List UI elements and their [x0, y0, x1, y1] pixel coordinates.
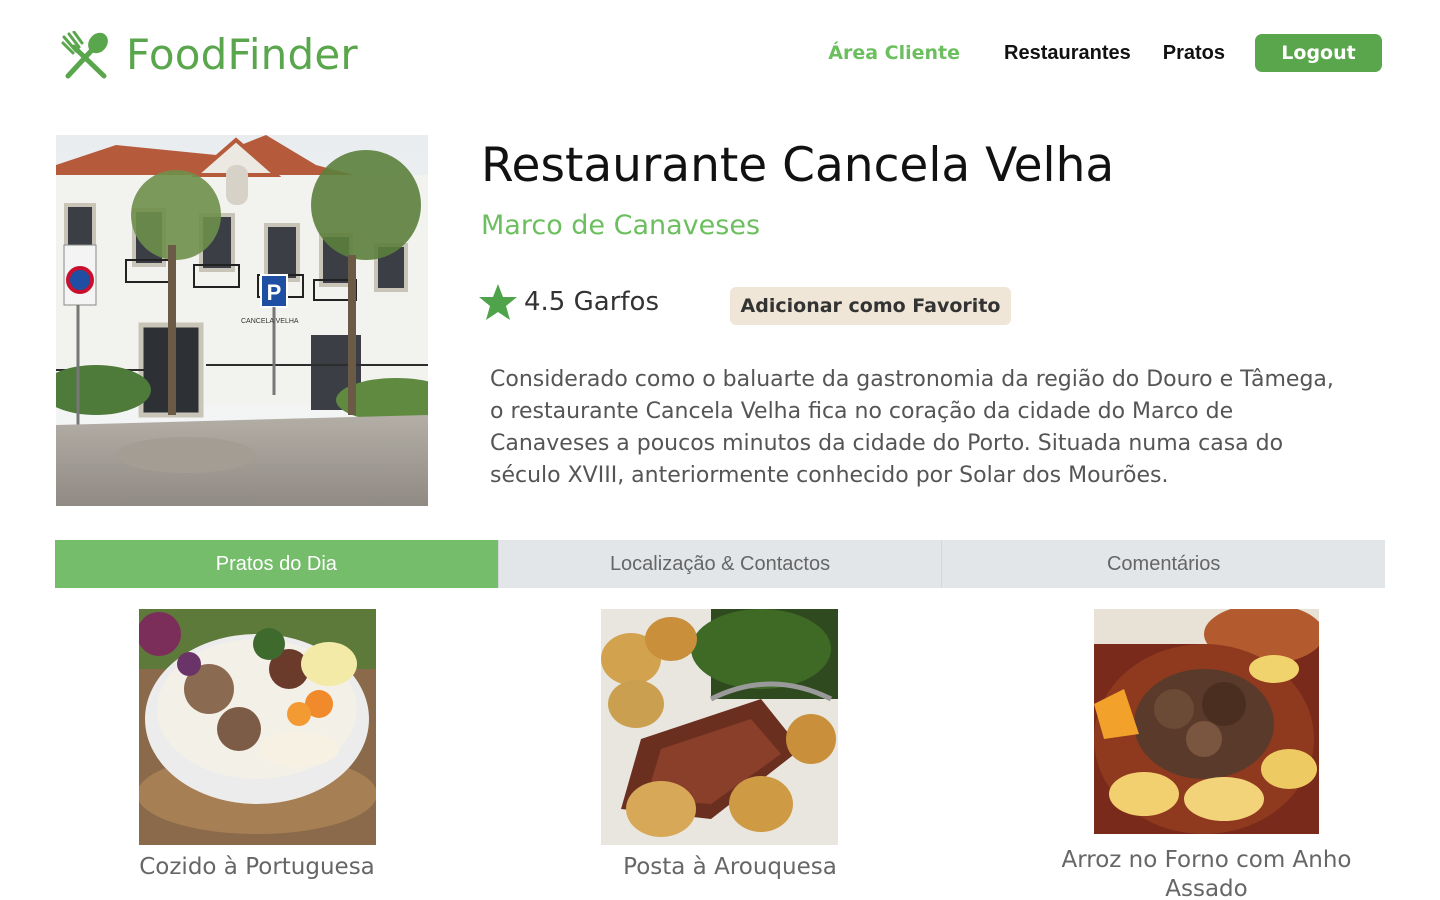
- logout-button[interactable]: Logout: [1255, 34, 1382, 72]
- dish-image[interactable]: [1094, 609, 1319, 834]
- nav-client-area[interactable]: Área Cliente: [828, 42, 960, 64]
- star-icon: [479, 284, 517, 320]
- nav-dishes[interactable]: Pratos: [1163, 42, 1225, 65]
- rating: 4.5 Garfos: [478, 282, 659, 322]
- header: FoodFinder Área Cliente Restaurantes Pra…: [0, 0, 1440, 110]
- restaurant-name: Restaurante Cancela Velha: [481, 138, 1115, 193]
- svg-text:CANCELA VELHA: CANCELA VELHA: [241, 318, 299, 325]
- tab-comments[interactable]: Comentários: [941, 540, 1386, 588]
- dish-image[interactable]: [601, 609, 838, 845]
- tab-daily-dishes[interactable]: Pratos do Dia: [55, 540, 498, 588]
- restaurant-photo: P CANCELA VELHA: [56, 135, 428, 506]
- restaurant-city: Marco de Canaveses: [481, 210, 761, 241]
- dish-image[interactable]: [139, 609, 376, 845]
- fork-spoon-icon: [61, 30, 108, 78]
- restaurant-description: Considerado como o baluarte da gastronom…: [490, 367, 1334, 488]
- brand-logo[interactable]: FoodFinder: [60, 30, 358, 79]
- add-favorite-button[interactable]: Adicionar como Favorito: [730, 287, 1011, 325]
- svg-text:P: P: [267, 280, 282, 305]
- dish-name: Posta à Arouquesa: [623, 854, 837, 880]
- rating-value: 4.5 Garfos: [524, 287, 659, 317]
- tab-location-contacts[interactable]: Localização & Contactos: [497, 540, 942, 588]
- tab-bar: Pratos do Dia Localização & Contactos Co…: [55, 540, 1386, 588]
- main-nav: Área Cliente Restaurantes Pratos Logout: [828, 34, 1382, 72]
- dish-name: Arroz no Forno com Anho Assado: [1061, 847, 1352, 900]
- nav-restaurants[interactable]: Restaurantes: [1004, 42, 1131, 65]
- brand-name: FoodFinder: [126, 30, 358, 79]
- dish-name: Cozido à Portuguesa: [139, 854, 375, 880]
